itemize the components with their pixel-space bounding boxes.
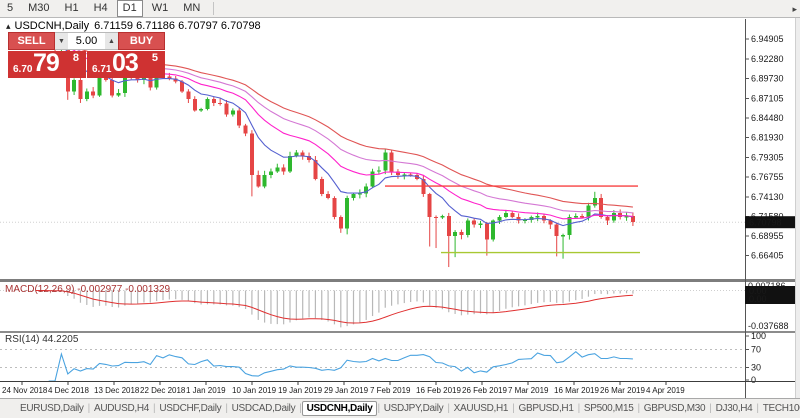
trading-terminal-window: 5M30H1H4D1W1MN 6.949056.922806.897306.87… [0, 0, 800, 418]
symbol-tab-USDJPY-Daily[interactable]: USDJPY,Daily [380, 402, 448, 415]
sell-price-display[interactable]: 6.70 79 8 [8, 51, 86, 78]
timeframe-toolbar: 5M30H1H4D1W1MN [0, 0, 800, 18]
svg-text:4 Apr 2019: 4 Apr 2019 [646, 386, 685, 395]
svg-text:13 Dec 2018: 13 Dec 2018 [94, 386, 140, 395]
symbol-tab-USDCNH-Daily[interactable]: USDCNH,Daily [302, 401, 378, 416]
symbol-tab-USDCAD-Daily[interactable]: USDCAD,Daily [228, 402, 300, 415]
svg-text:6.76755: 6.76755 [751, 172, 784, 182]
svg-text:29 Jan 2019: 29 Jan 2019 [324, 386, 369, 395]
svg-text:16 Mar 2019: 16 Mar 2019 [554, 386, 599, 395]
svg-text:6.81930: 6.81930 [751, 133, 784, 143]
symbol-tab-GBPUSD-H1[interactable]: GBPUSD,H1 [515, 402, 578, 415]
timeframe-button-D1[interactable]: D1 [117, 0, 143, 17]
chart-ohlc-values: 6.71159 6.71186 6.70797 6.70798 [94, 20, 261, 32]
sell-price-sup: 8 [73, 52, 79, 64]
buy-button[interactable]: BUY [118, 32, 165, 50]
svg-text:0: 0 [751, 375, 756, 385]
timeframe-button-M30[interactable]: M30 [22, 0, 55, 17]
rsi-indicator-label: RSI(14) 44.2205 [5, 334, 78, 345]
sell-price-prefix: 6.70 [13, 64, 32, 75]
svg-text:7 Feb 2019: 7 Feb 2019 [370, 386, 411, 395]
sell-button[interactable]: SELL [8, 32, 55, 50]
symbol-tab-GBPUSD-M30[interactable]: GBPUSD,M30 [640, 402, 709, 415]
svg-text:100: 100 [751, 331, 766, 341]
buy-price-sup: 5 [152, 52, 158, 64]
symbol-tab-bar: EURUSD,Daily|AUDUSD,H4|USDCHF,Daily|USDC… [0, 398, 800, 418]
toolbar-separator [213, 2, 214, 15]
svg-text:30: 30 [751, 363, 761, 373]
svg-text:4 Dec 2018: 4 Dec 2018 [48, 386, 89, 395]
svg-text:6.74130: 6.74130 [751, 192, 784, 202]
svg-text:24 Nov 2018: 24 Nov 2018 [2, 386, 48, 395]
volume-decrease-button[interactable]: ▼ [55, 33, 68, 49]
svg-text:19 Jan 2019: 19 Jan 2019 [278, 386, 323, 395]
volume-input[interactable]: 5.00 [68, 33, 105, 49]
symbol-tab-AUDUSD-H4[interactable]: AUDUSD,H4 [90, 402, 153, 415]
svg-text:22 Dec 2018: 22 Dec 2018 [140, 386, 186, 395]
buy-price-big: 03 [112, 49, 138, 78]
symbol-tab-EURUSD-Daily[interactable]: EURUSD,Daily [16, 402, 88, 415]
buy-price-prefix: 6.71 [92, 64, 111, 75]
svg-text:6.68955: 6.68955 [751, 231, 784, 241]
chart-symbol-label: USDCNH,Daily [15, 20, 90, 32]
pane-splitter-macd[interactable] [0, 279, 795, 282]
timeframe-button-H4[interactable]: H4 [88, 0, 114, 17]
svg-text:10 Jan 2019: 10 Jan 2019 [232, 386, 277, 395]
symbol-tab-XAUUSD-H1[interactable]: XAUUSD,H1 [450, 402, 513, 415]
svg-text:26 Mar 2019: 26 Mar 2019 [600, 386, 645, 395]
chart-title: ▴ USDCNH,Daily 6.71159 6.71186 6.70797 6.7… [6, 20, 261, 32]
svg-text:70: 70 [751, 345, 761, 355]
svg-text:6.79305: 6.79305 [751, 153, 784, 163]
pane-splitter-rsi[interactable] [0, 331, 795, 333]
svg-text:6.70798: 6.70798 [749, 218, 782, 228]
buy-price-display[interactable]: 6.71 03 5 [87, 51, 165, 78]
rsi-axis: 100 70 30 0 [745, 331, 766, 385]
price-axis: 6.94905 6.92280 6.89730 6.87105 6.84480 6.819… [745, 19, 795, 398]
volume-control: ▼ 5.00 ▲ [55, 32, 118, 50]
macd-indicator-label: MACD(12,26,9) -0.002977 -0.001329 [5, 284, 170, 295]
timeframe-button-5[interactable]: 5 [1, 0, 19, 17]
symbol-tab-USDCHF-Daily[interactable]: USDCHF,Daily [155, 402, 225, 415]
svg-text:0.00: 0.00 [749, 294, 767, 304]
timeframe-button-W1[interactable]: W1 [146, 0, 175, 17]
date-axis: 24 Nov 20184 Dec 2018 13 Dec 201822 Dec 2… [0, 381, 795, 395]
svg-text:26 Feb 2019: 26 Feb 2019 [462, 386, 507, 395]
timeframe-button-MN[interactable]: MN [177, 0, 206, 17]
svg-text:6.87105: 6.87105 [751, 93, 784, 103]
rsi-line [49, 352, 633, 381]
symbol-tab-DJ30-H4[interactable]: DJ30,H4 [712, 402, 757, 415]
one-click-trade-panel: SELL ▼ 5.00 ▲ BUY 6.70 79 8 6.71 03 5 [8, 32, 165, 78]
symbol-tab-TECH100-H1[interactable]: TECH100,H1 [759, 402, 800, 415]
timeframe-button-H1[interactable]: H1 [59, 0, 85, 17]
rsi-pane [0, 350, 745, 382]
svg-text:6.94905: 6.94905 [751, 34, 784, 44]
sell-price-big: 79 [33, 49, 59, 78]
svg-text:6.84480: 6.84480 [751, 113, 784, 123]
volume-increase-button[interactable]: ▲ [105, 33, 118, 49]
svg-text:6.66405: 6.66405 [751, 251, 784, 261]
symbol-tab-SP500-M15[interactable]: SP500,M15 [580, 402, 638, 415]
svg-text:6.92280: 6.92280 [751, 54, 784, 64]
svg-text:1 Jan 2019: 1 Jan 2019 [186, 386, 226, 395]
svg-text:16 Feb 2019: 16 Feb 2019 [416, 386, 461, 395]
tab-scroll-right-icon[interactable]: ▸ [792, 4, 797, 15]
window-edge-strip [795, 18, 800, 398]
svg-text:-0.037688: -0.037688 [748, 321, 789, 331]
macd-axis: 0.0071860.000.00-0.037688 [745, 281, 795, 331]
macd-pane [0, 291, 745, 328]
collapse-panel-icon[interactable]: ▴ [6, 21, 11, 31]
svg-text:6.89730: 6.89730 [751, 73, 784, 83]
svg-text:7 Mar 2019: 7 Mar 2019 [508, 386, 549, 395]
